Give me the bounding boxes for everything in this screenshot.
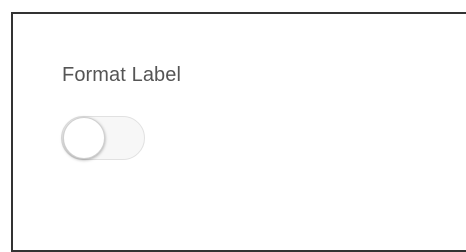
format-label-toggle[interactable] <box>61 116 145 160</box>
settings-panel: Format Label <box>11 12 466 252</box>
format-label-text: Format Label <box>62 64 182 86</box>
toggle-knob <box>63 117 105 159</box>
